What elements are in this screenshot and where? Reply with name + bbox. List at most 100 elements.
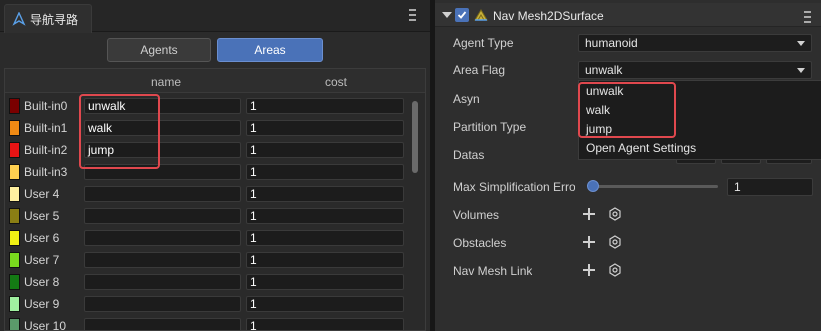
add-volume-icon[interactable] [583, 208, 595, 220]
area-cost-input[interactable]: 1 [246, 164, 404, 180]
area-cost-input[interactable]: 1 [246, 230, 404, 246]
area-name-input[interactable] [84, 208, 241, 224]
area-cost-input[interactable]: 1 [246, 142, 404, 158]
nav-mesh-link-settings-icon[interactable] [608, 263, 622, 277]
collapse-arrow-icon[interactable] [442, 12, 452, 18]
area-label: User 7 [24, 253, 60, 267]
area-color-swatch[interactable] [9, 142, 20, 158]
area-color-swatch[interactable] [9, 120, 20, 136]
area-cost-input[interactable]: 1 [246, 208, 404, 224]
max-simplification-label: Max Simplification Erro [453, 180, 575, 194]
area-label: User 5 [24, 209, 60, 223]
area-cost-input[interactable]: 1 [246, 274, 404, 290]
volumes-settings-icon[interactable] [608, 207, 622, 221]
table-row: Built-in1 walk 1 [5, 117, 409, 139]
area-name-input[interactable] [84, 164, 241, 180]
area-name-input[interactable] [84, 318, 241, 330]
areas-table: name cost Built-in0 unwalk 1 Built-in1 walk 1… [4, 68, 426, 331]
dropdown-option-unwalk[interactable]: unwalk [586, 84, 623, 98]
add-nav-mesh-link-icon[interactable] [583, 264, 595, 276]
area-label: Built-in2 [24, 143, 68, 157]
area-color-swatch[interactable] [9, 98, 20, 114]
agent-type-label: Agent Type [453, 36, 514, 50]
area-name-input[interactable] [84, 274, 241, 290]
component-menu-icon[interactable] [801, 11, 813, 23]
obstacles-settings-icon[interactable] [608, 235, 622, 249]
area-color-swatch[interactable] [9, 164, 20, 180]
area-name-input[interactable] [84, 252, 241, 268]
name-column-header: name [151, 75, 182, 89]
area-name-input[interactable]: unwalk [84, 98, 241, 114]
area-flag-select[interactable]: unwalk [578, 61, 812, 79]
area-cost-input[interactable]: 1 [246, 252, 404, 268]
scrollbar-thumb[interactable] [412, 101, 418, 173]
area-color-swatch[interactable] [9, 296, 20, 312]
area-cost-input[interactable]: 1 [246, 186, 404, 202]
area-color-swatch[interactable] [9, 274, 20, 290]
partition-type-label: Partition Type [453, 120, 527, 134]
agents-tab-button[interactable]: Agents [107, 38, 211, 62]
area-cost-input[interactable]: 1 [246, 120, 404, 136]
table-row: User 8 1 [5, 271, 409, 293]
table-row: User 10 1 [5, 315, 409, 331]
inspector-panel: Nav Mesh2DSurface Agent Type humanoid Ar… [435, 0, 821, 331]
slider-knob[interactable] [587, 180, 599, 192]
area-name-input[interactable] [84, 296, 241, 312]
area-label: User 8 [24, 275, 60, 289]
area-flag-value: unwalk [585, 63, 623, 77]
area-color-swatch[interactable] [9, 230, 20, 246]
table-row: Built-in2 jump 1 [5, 139, 409, 161]
area-color-swatch[interactable] [9, 186, 20, 202]
asyn-label: Asyn [453, 92, 480, 106]
navigation-panel: 导航寻路 Agents Areas name cost Built-in0 unw… [0, 0, 430, 331]
add-obstacle-icon[interactable] [583, 236, 595, 248]
area-cost-input[interactable]: 1 [246, 296, 404, 312]
datas-label: Datas [453, 148, 485, 162]
area-cost-input[interactable]: 1 [246, 98, 404, 114]
obstacles-label: Obstacles [453, 236, 507, 250]
navmesh-component-icon [473, 8, 489, 22]
area-name-input[interactable]: walk [84, 120, 241, 136]
panel-tab-bar: 导航寻路 [0, 0, 430, 33]
area-name-input[interactable] [84, 186, 241, 202]
chevron-down-icon [797, 68, 805, 73]
areas-tab-button[interactable]: Areas [217, 38, 323, 62]
area-cost-input[interactable]: 1 [246, 318, 404, 330]
open-agent-settings-link[interactable]: Open Agent Settings [586, 141, 696, 155]
area-label: User 10 [24, 319, 67, 331]
cost-column-header: cost [325, 75, 348, 89]
agent-type-select[interactable]: humanoid [578, 34, 812, 52]
table-row: User 9 1 [5, 293, 409, 315]
panel-menu-icon[interactable] [406, 9, 418, 21]
component-title: Nav Mesh2DSurface [493, 9, 604, 23]
dropdown-option-jump[interactable]: jump [586, 122, 612, 136]
table-scrollbar[interactable] [412, 95, 420, 330]
table-row: Built-in0 unwalk 1 [5, 95, 409, 117]
area-name-input[interactable]: jump [84, 142, 241, 158]
navigation-icon [12, 12, 26, 26]
navigation-tab[interactable]: 导航寻路 [4, 4, 92, 33]
component-enabled-checkbox[interactable] [455, 8, 469, 22]
area-color-swatch[interactable] [9, 318, 20, 330]
area-label: User 9 [24, 297, 60, 311]
area-label: Built-in0 [24, 99, 68, 113]
agent-type-value: humanoid [585, 36, 638, 50]
component-header[interactable]: Nav Mesh2DSurface [435, 3, 821, 27]
area-name-input[interactable] [84, 230, 241, 246]
area-color-swatch[interactable] [9, 252, 20, 268]
max-simplification-slider[interactable] [588, 185, 718, 188]
area-label: User 6 [24, 231, 60, 245]
table-row: Built-in3 1 [5, 161, 409, 183]
table-row: User 4 1 [5, 183, 409, 205]
dropdown-option-walk[interactable]: walk [586, 103, 610, 117]
chevron-down-icon [797, 41, 805, 46]
table-header: name cost [5, 69, 425, 93]
table-row: User 7 1 [5, 249, 409, 271]
table-row: User 5 1 [5, 205, 409, 227]
area-label: Built-in3 [24, 165, 68, 179]
table-row: User 6 1 [5, 227, 409, 249]
area-color-swatch[interactable] [9, 208, 20, 224]
navigation-tab-label: 导航寻路 [30, 12, 79, 27]
max-simplification-input[interactable]: 1 [727, 178, 813, 196]
area-flag-dropdown: unwalk walk jump Open Agent Settings [578, 80, 821, 160]
